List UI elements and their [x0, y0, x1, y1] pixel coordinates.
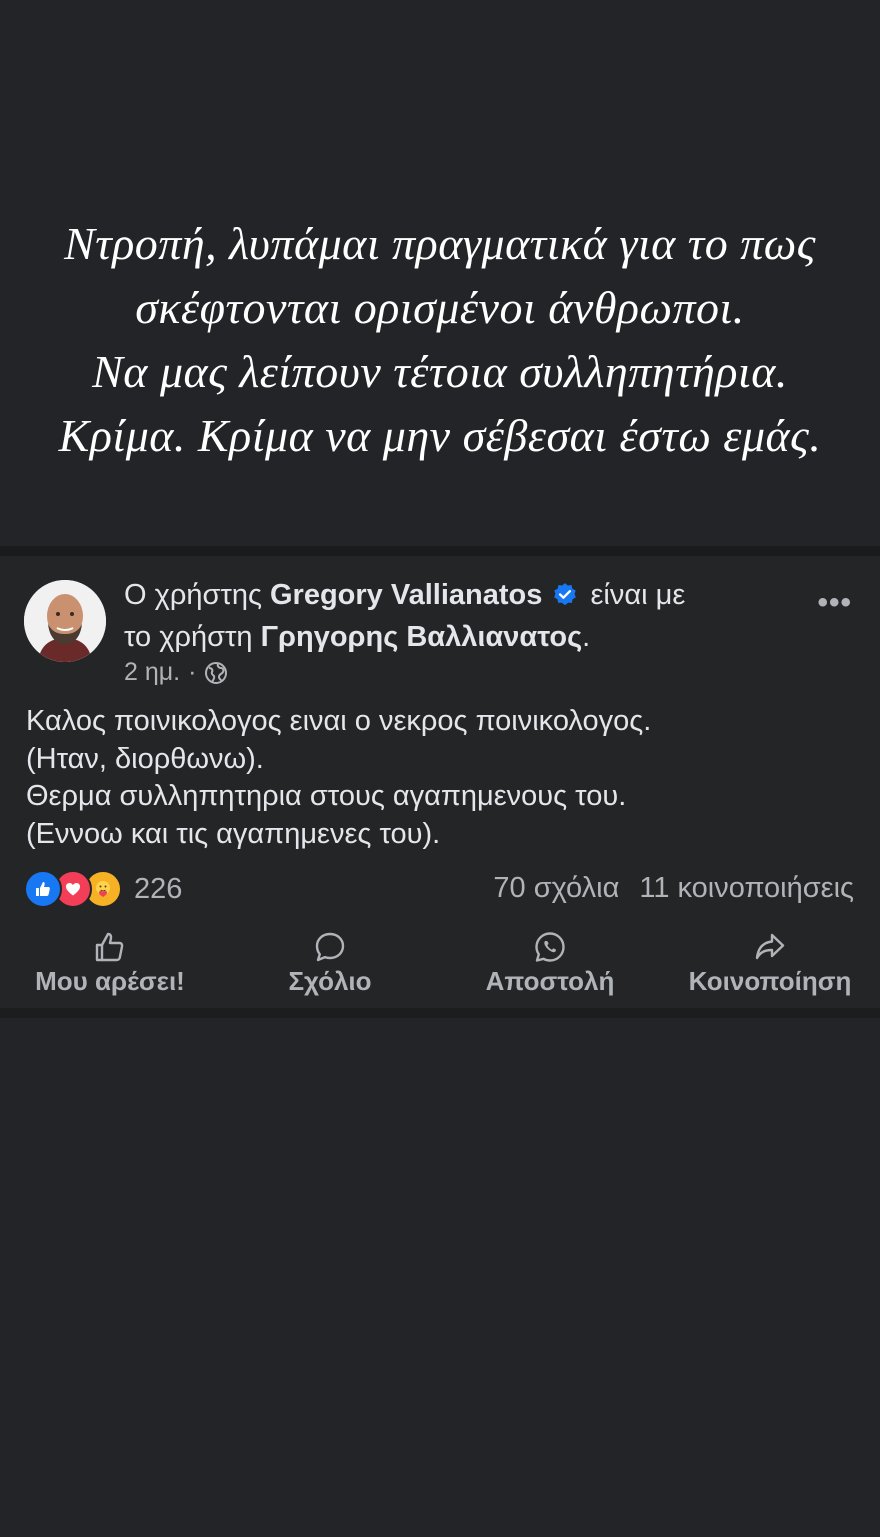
caption-line: Να μας λείπουν τέτοια συλληπητήρια.: [92, 346, 788, 397]
send-label: Αποστολή: [485, 966, 615, 996]
share-label: Κοινοποίηση: [688, 966, 852, 996]
thumbs-up-icon: [95, 932, 124, 962]
header-with-text: είναι με: [590, 579, 686, 611]
post-body-line: (Ηταν, διορθωνω).: [26, 742, 264, 775]
more-options-icon[interactable]: •••: [817, 586, 852, 620]
post-header: Ο χρήστης Gregory Vallianatos είναι με τ…: [124, 574, 804, 658]
author-name[interactable]: Gregory Vallianatos: [270, 579, 542, 611]
post-body-line: (Εννοω και τις αγαπημενες του).: [26, 817, 441, 850]
caption-line: σκέφτονται ορισμένοι άνθρωποι.: [135, 282, 745, 333]
like-button[interactable]: Μου αρέσει!: [0, 930, 220, 997]
post-stats: 70 σχόλια 11 κοινοποιήσεις: [493, 872, 854, 905]
shares-count[interactable]: 11 κοινοποιήσεις: [639, 872, 854, 905]
like-reaction-icon: [24, 870, 62, 908]
verified-badge-icon: [554, 583, 577, 606]
post-meta: 2 ημ. ·: [124, 658, 228, 687]
story-caption: Ντροπή, λυπάμαι πραγματικά για το πως σκ…: [0, 212, 880, 468]
post-body: Καλος ποινικολογος ειναι ο νεκρος ποινικ…: [26, 703, 856, 853]
comment-icon: [315, 932, 345, 962]
comment-button[interactable]: Σχόλιο: [220, 930, 440, 997]
comments-count[interactable]: 70 σχόλια: [493, 872, 619, 905]
post-time[interactable]: 2 ημ.: [124, 658, 180, 687]
like-label: Μου αρέσει!: [35, 966, 185, 996]
reactions-summary[interactable]: 226: [24, 870, 182, 908]
header-with-prefix: το χρήστη: [124, 621, 253, 653]
caption-line: Ντροπή, λυπάμαι πραγματικά για το πως: [64, 218, 816, 269]
share-button[interactable]: Κοινοποίηση: [660, 930, 880, 997]
caption-line: Κρίμα. Κρίμα να μην σέβεσαι έστω εμάς.: [58, 410, 822, 461]
divider: [0, 1008, 880, 1018]
comment-label: Σχόλιο: [288, 966, 372, 996]
post-body-line: Καλος ποινικολογος ειναι ο νεκρος ποινικ…: [26, 705, 652, 737]
meta-separator: ·: [188, 658, 197, 686]
share-icon: [755, 933, 785, 960]
divider: [0, 546, 880, 556]
globe-icon: [205, 661, 228, 684]
send-button[interactable]: Αποστολή: [440, 930, 660, 997]
avatar-image: [24, 580, 106, 662]
reaction-count: 226: [134, 872, 183, 905]
avatar[interactable]: [24, 580, 106, 662]
tagged-name[interactable]: Γρηγορης Βαλλιανατος: [261, 621, 583, 653]
post-body-line: Θερμα συλληπητηρια στους αγαπημενους του…: [26, 780, 627, 812]
whatsapp-icon: [535, 932, 565, 962]
header-prefix: Ο χρήστης: [124, 579, 262, 611]
facebook-post: Ο χρήστης Gregory Vallianatos είναι με τ…: [0, 556, 880, 1008]
header-suffix: .: [582, 621, 591, 653]
post-actions: Μου αρέσει! Σχόλιο Αποστολή Κοινοποίηση: [0, 930, 880, 996]
